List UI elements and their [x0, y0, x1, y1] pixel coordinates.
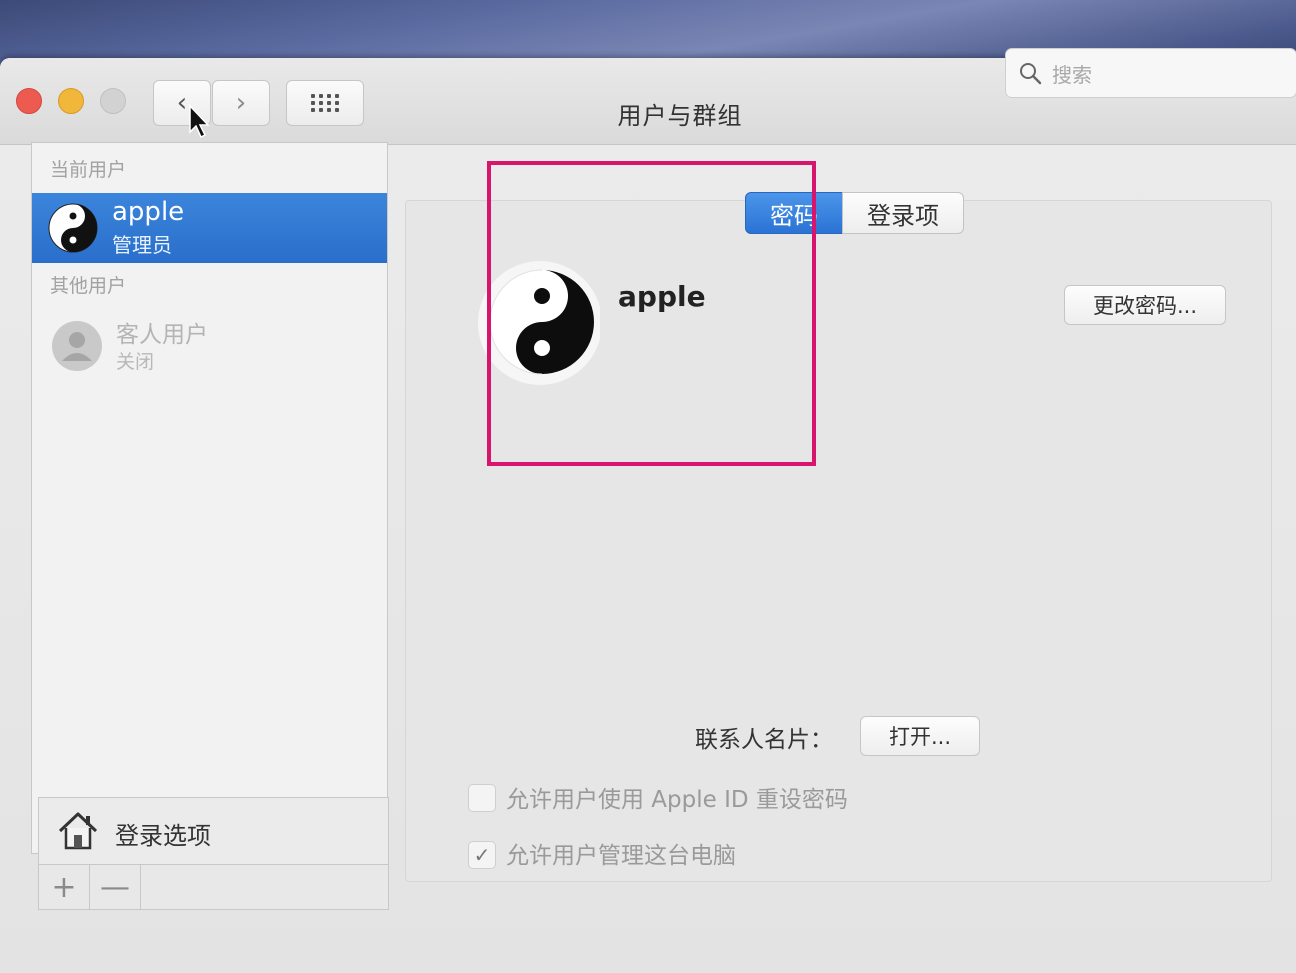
- guest-avatar-icon: [52, 321, 102, 371]
- chevron-left-icon: ‹: [176, 88, 188, 118]
- chevron-right-icon: ›: [235, 88, 247, 118]
- allow-apple-id-reset-checkbox[interactable]: [468, 784, 496, 812]
- minimize-window-button[interactable]: [58, 88, 84, 114]
- allow-apple-id-reset-label: 允许用户使用 Apple ID 重设密码: [506, 787, 848, 813]
- plus-icon: +: [51, 869, 77, 905]
- forward-button[interactable]: ›: [212, 80, 270, 126]
- user-list-sidebar: 当前用户 apple 管理员 其他用户 客人用户 关闭: [31, 142, 388, 854]
- user-name: apple: [112, 197, 185, 227]
- show-all-button[interactable]: [286, 80, 364, 126]
- remove-user-button[interactable]: —: [90, 865, 141, 909]
- contact-card-label: 联系人名片：: [695, 727, 833, 753]
- allow-admin-label: 允许用户管理这台电脑: [506, 843, 736, 869]
- user-role: 管理员: [112, 233, 172, 257]
- user-row-guest[interactable]: 客人用户 关闭: [32, 309, 387, 381]
- minus-icon: —: [100, 869, 130, 905]
- grid-icon: [311, 94, 339, 112]
- add-user-button[interactable]: +: [39, 865, 90, 909]
- zoom-window-button[interactable]: [100, 88, 126, 114]
- current-users-heading: 当前用户: [50, 159, 127, 181]
- login-options-label: 登录选项: [115, 822, 211, 850]
- close-window-button[interactable]: [16, 88, 42, 114]
- guest-user-name: 客人用户: [116, 322, 208, 348]
- search-field[interactable]: 搜索: [1005, 48, 1296, 98]
- open-contact-card-button[interactable]: 打开...: [860, 716, 980, 756]
- other-users-heading: 其他用户: [50, 275, 127, 297]
- yin-yang-avatar-icon: [48, 203, 98, 253]
- allow-admin-checkbox[interactable]: ✓: [468, 841, 496, 869]
- mouse-pointer-icon: [189, 104, 210, 139]
- login-options-item[interactable]: 登录选项: [38, 797, 389, 864]
- annotation-highlight-box: [487, 161, 816, 466]
- search-placeholder: 搜索: [1052, 62, 1092, 87]
- house-icon: [58, 812, 98, 850]
- change-password-button[interactable]: 更改密码...: [1064, 285, 1226, 325]
- window-title: 用户与群组: [617, 102, 743, 130]
- tab-login-items[interactable]: 登录项: [842, 192, 964, 234]
- guest-user-status: 关闭: [116, 351, 155, 373]
- checkmark-icon: ✓: [473, 843, 491, 867]
- user-row-apple[interactable]: apple 管理员: [32, 193, 387, 263]
- add-remove-bar: + —: [38, 864, 389, 910]
- search-icon: [1020, 63, 1042, 85]
